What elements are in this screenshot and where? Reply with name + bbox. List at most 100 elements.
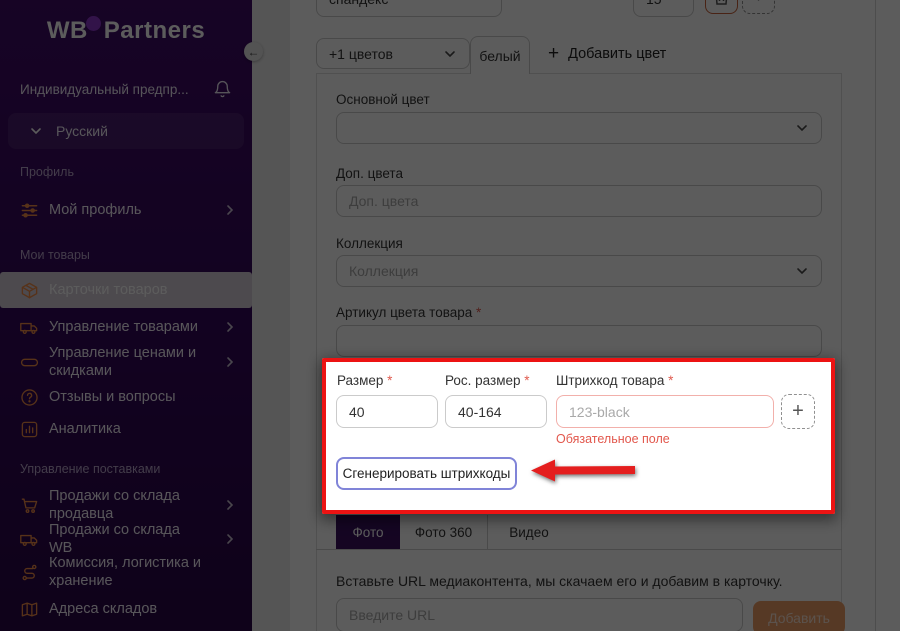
account-name: Индивидуальный предпр... (20, 82, 189, 97)
sidebar-item-label: Аналитика (49, 420, 201, 438)
sliders-icon (20, 201, 39, 220)
tab-photo-360[interactable]: Фото 360 (400, 515, 488, 549)
tab-video[interactable]: Видео (488, 515, 570, 549)
sidebar-item-wb-warehouse-sales[interactable]: Продажи со склада WB (0, 524, 252, 554)
collection-label: Коллекция (336, 236, 403, 251)
map-icon (20, 600, 39, 619)
sidebar-item-label: Отзывы и вопросы (49, 388, 201, 406)
colors-dropdown[interactable]: +1 цветов (316, 38, 470, 69)
bar-chart-icon (20, 420, 39, 439)
sidebar-item-my-profile[interactable]: Мой профиль (0, 195, 252, 225)
chevron-down-icon (443, 47, 457, 61)
delete-row-button[interactable] (705, 0, 738, 14)
sidebar-item-label: Продажи со склада продавца (49, 487, 201, 523)
required-mark: * (476, 305, 481, 320)
sidebar-item-seller-warehouse-sales[interactable]: Продажи со склада продавца (0, 490, 252, 520)
chevron-right-icon (224, 321, 236, 333)
percent-input[interactable] (633, 0, 694, 17)
collection-select[interactable]: Коллекция (336, 255, 822, 287)
sidebar-item-prices-discounts[interactable]: Управление ценами и скидками (0, 342, 252, 382)
section-label-profile: Профиль (20, 165, 74, 179)
required-mark: * (668, 373, 673, 388)
tab-label: Фото 360 (415, 525, 472, 540)
material-field-wrap (316, 0, 502, 17)
barcode-error-text: Обязательное поле (556, 432, 670, 446)
url-input[interactable] (336, 598, 743, 631)
ru-size-label: Рос. размер * (445, 373, 530, 388)
plus-icon: + (792, 400, 804, 423)
sidebar-item-product-cards[interactable]: Карточки товаров (0, 272, 252, 308)
material-input[interactable] (316, 0, 502, 17)
logo-dot-icon (86, 16, 101, 31)
add-row-button[interactable]: + (742, 0, 775, 14)
chevron-right-icon (224, 204, 236, 216)
cart-icon (20, 496, 39, 515)
tab-label: Видео (509, 525, 548, 540)
main-color-select[interactable] (336, 112, 822, 144)
section-label-supply-management: Управление поставками (20, 462, 160, 476)
logo-wb: WB (47, 17, 88, 45)
sidebar-item-warehouse-addresses[interactable]: Адреса складов (0, 594, 252, 624)
tab-label: Фото (352, 525, 383, 540)
color-tab-label: белый (479, 48, 520, 64)
bell-icon[interactable] (213, 80, 232, 99)
size-label: Размер * (337, 373, 392, 388)
sidebar-item-commission-logistics[interactable]: Комиссия, логистика и хранение (0, 552, 252, 592)
add-media-button[interactable]: Добавить (753, 601, 845, 631)
extra-colors-input[interactable] (336, 185, 822, 217)
package-icon (20, 281, 39, 300)
barcode-input[interactable] (556, 395, 774, 428)
logo-partners: Partners (104, 17, 205, 45)
size-wrap (336, 395, 438, 428)
colors-dropdown-label: +1 цветов (329, 46, 393, 62)
article-label: Артикул цвета товара * (336, 305, 481, 320)
sidebar-collapse-button[interactable]: ← (244, 42, 263, 61)
question-circle-icon (20, 388, 39, 407)
tab-photo[interactable]: Фото (336, 515, 400, 549)
sidebar-item-analytics[interactable]: Аналитика (0, 412, 252, 446)
app-window: WB Partners Индивидуальный предпр... Русс… (0, 0, 900, 631)
required-mark: * (524, 373, 529, 388)
language-selector[interactable]: Русский (8, 113, 244, 149)
plus-icon: + (753, 0, 764, 7)
language-label: Русский (56, 123, 108, 139)
annotation-arrow-icon (531, 458, 635, 483)
chevron-down-icon (795, 264, 809, 278)
chevron-right-icon (224, 533, 236, 545)
tabs-underline (316, 549, 842, 550)
section-label-my-goods: Мои товары (20, 248, 90, 262)
sidebar-item-reviews-questions[interactable]: Отзывы и вопросы (0, 382, 252, 412)
collection-placeholder: Коллекция (349, 263, 418, 279)
sidebar-item-label: Управление товарами (49, 318, 201, 336)
sidebar-item-label: Карточки товаров (49, 281, 201, 299)
sidebar-item-label: Мой профиль (49, 201, 201, 219)
article-input[interactable] (336, 325, 822, 357)
plus-icon: + (548, 44, 559, 63)
ru-size-wrap (445, 395, 547, 428)
main-color-label: Основной цвет (336, 92, 430, 107)
add-color-button[interactable]: + Добавить цвет (548, 44, 666, 63)
sidebar-item-label: Управление ценами и скидками (49, 344, 201, 380)
add-size-button[interactable]: + (781, 394, 815, 429)
extra-colors-label: Доп. цвета (336, 166, 403, 181)
article-wrap (336, 325, 822, 357)
route-icon (20, 563, 39, 582)
url-input-wrap (336, 598, 743, 631)
sidebar-item-label: Адреса складов (49, 600, 201, 618)
generate-barcodes-button[interactable]: Сгенерировать штрихкоды (336, 457, 517, 490)
ru-size-input[interactable] (445, 395, 547, 428)
size-input[interactable] (336, 395, 438, 428)
content-gutter (252, 0, 290, 631)
add-color-label: Добавить цвет (568, 46, 666, 62)
barcode-label: Штрихкод товара * (556, 373, 673, 388)
required-mark: * (387, 373, 392, 388)
media-url-hint: Вставьте URL медиаконтента, мы скачаем е… (336, 573, 816, 589)
chevron-right-icon (224, 356, 236, 368)
truck-icon (20, 318, 39, 337)
extra-colors-wrap (336, 185, 822, 217)
chevron-down-icon (795, 121, 809, 135)
scrollbar-track[interactable] (875, 0, 876, 631)
color-tab-white[interactable]: белый (470, 36, 530, 74)
barcode-wrap (556, 395, 774, 428)
sidebar-item-goods-management[interactable]: Управление товарами (0, 312, 252, 342)
